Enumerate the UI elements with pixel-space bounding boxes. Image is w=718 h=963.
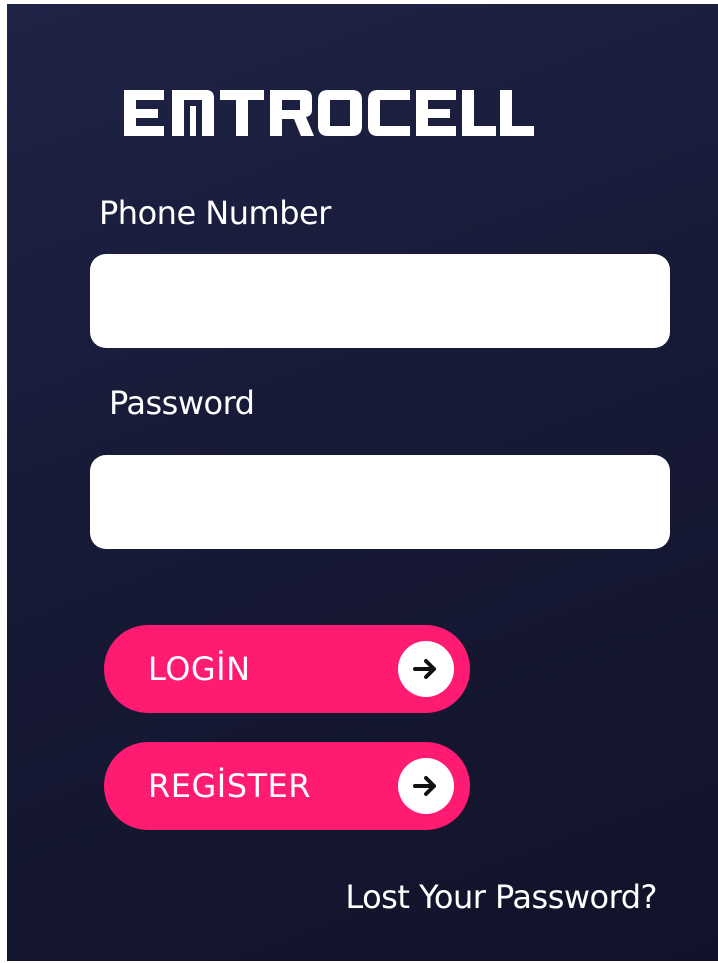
- phone-number-input[interactable]: [90, 254, 670, 348]
- register-button[interactable]: REGİSTER: [104, 742, 470, 830]
- lost-password-link[interactable]: Lost Your Password?: [345, 878, 657, 916]
- register-button-label: REGİSTER: [148, 767, 311, 805]
- login-button-label: LOGİN: [148, 650, 251, 688]
- arrow-right-icon: [398, 758, 454, 814]
- arrow-right-icon: [398, 641, 454, 697]
- entrocell-logo: [124, 90, 534, 136]
- phone-number-label: Phone Number: [99, 194, 331, 232]
- password-input[interactable]: [90, 455, 670, 549]
- password-label: Password: [109, 384, 255, 422]
- login-button[interactable]: LOGİN: [104, 625, 470, 713]
- login-panel: Phone Number Password LOGİN REGİSTER Los…: [7, 4, 718, 961]
